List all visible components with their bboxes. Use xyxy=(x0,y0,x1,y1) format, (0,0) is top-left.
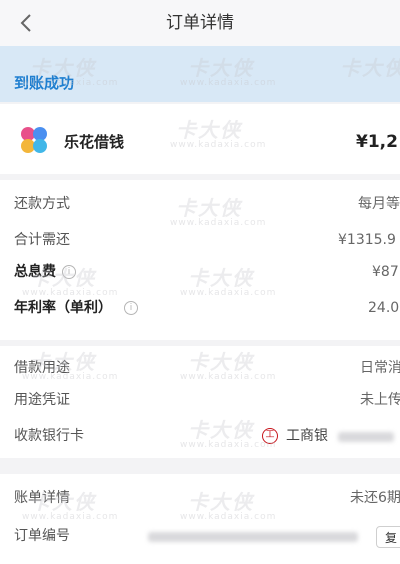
order-number-label: 订单编号 xyxy=(14,528,70,544)
receiving-bank-row: 收款银行卡 工 工商银 xyxy=(0,422,400,450)
status-text: 到账成功 xyxy=(14,74,75,92)
icbc-bank-logo-icon: 工 xyxy=(262,428,278,444)
repayment-method-row: 还款方式 每月等 xyxy=(0,190,400,218)
leha-app-logo-icon xyxy=(21,127,47,153)
usage-proof-label: 用途凭证 xyxy=(14,392,70,408)
annual-rate-label: 年利率（单利） xyxy=(14,300,112,316)
total-repay-label: 合计需还 xyxy=(14,232,70,248)
info-icon[interactable]: i xyxy=(124,301,138,315)
masked-card-number xyxy=(338,432,394,442)
bill-details-label: 账单详情 xyxy=(14,490,70,506)
loan-purpose-label: 借款用途 xyxy=(14,360,70,376)
bank-name: 工商银 xyxy=(286,428,328,444)
status-banner: 到账成功 xyxy=(0,46,400,102)
total-fee-row[interactable]: 总息费 i ¥87 xyxy=(0,258,400,286)
product-name: 乐花借钱 xyxy=(64,133,125,151)
usage-proof-value: 未上传 xyxy=(360,392,400,408)
masked-order-number xyxy=(148,532,358,542)
annual-rate-value: 24.0 xyxy=(368,300,400,316)
bill-details-value: 未还6期 xyxy=(350,490,400,506)
annual-rate-row[interactable]: 年利率（单利） i 24.0 xyxy=(0,294,400,322)
usage-section: 借款用途 日常消 用途凭证 未上传 收款银行卡 工 工商银 xyxy=(0,346,400,458)
info-icon[interactable]: i xyxy=(62,265,76,279)
total-fee-value: ¥87 xyxy=(372,264,399,280)
copy-button[interactable]: 复 xyxy=(376,526,400,548)
bill-details-row[interactable]: 账单详情 未还6期 xyxy=(0,484,400,512)
loan-purpose-row: 借款用途 日常消 xyxy=(0,354,400,382)
total-fee-label: 总息费 xyxy=(14,264,56,280)
repayment-method-label: 还款方式 xyxy=(14,196,70,212)
total-repay-value: ¥1315.9 xyxy=(338,232,396,248)
receiving-bank-label: 收款银行卡 xyxy=(14,428,84,444)
loan-details-section: 还款方式 每月等 合计需还 ¥1315.9 总息费 i ¥87 年利率（单利） i … xyxy=(0,180,400,340)
repayment-method-value: 每月等 xyxy=(358,196,400,212)
top-bar: 订单详情 xyxy=(0,0,400,46)
loan-amount: ¥1,2 xyxy=(356,132,398,152)
page-title: 订单详情 xyxy=(166,13,234,33)
usage-proof-row[interactable]: 用途凭证 未上传 xyxy=(0,386,400,414)
total-repay-row: 合计需还 ¥1315.9 xyxy=(0,226,400,254)
order-number-row: 订单编号 复 xyxy=(0,522,400,550)
product-card: 乐花借钱 ¥1,2 xyxy=(0,104,400,174)
order-section: 账单详情 未还6期 订单编号 复 xyxy=(0,474,400,564)
loan-purpose-value: 日常消 xyxy=(360,360,400,376)
